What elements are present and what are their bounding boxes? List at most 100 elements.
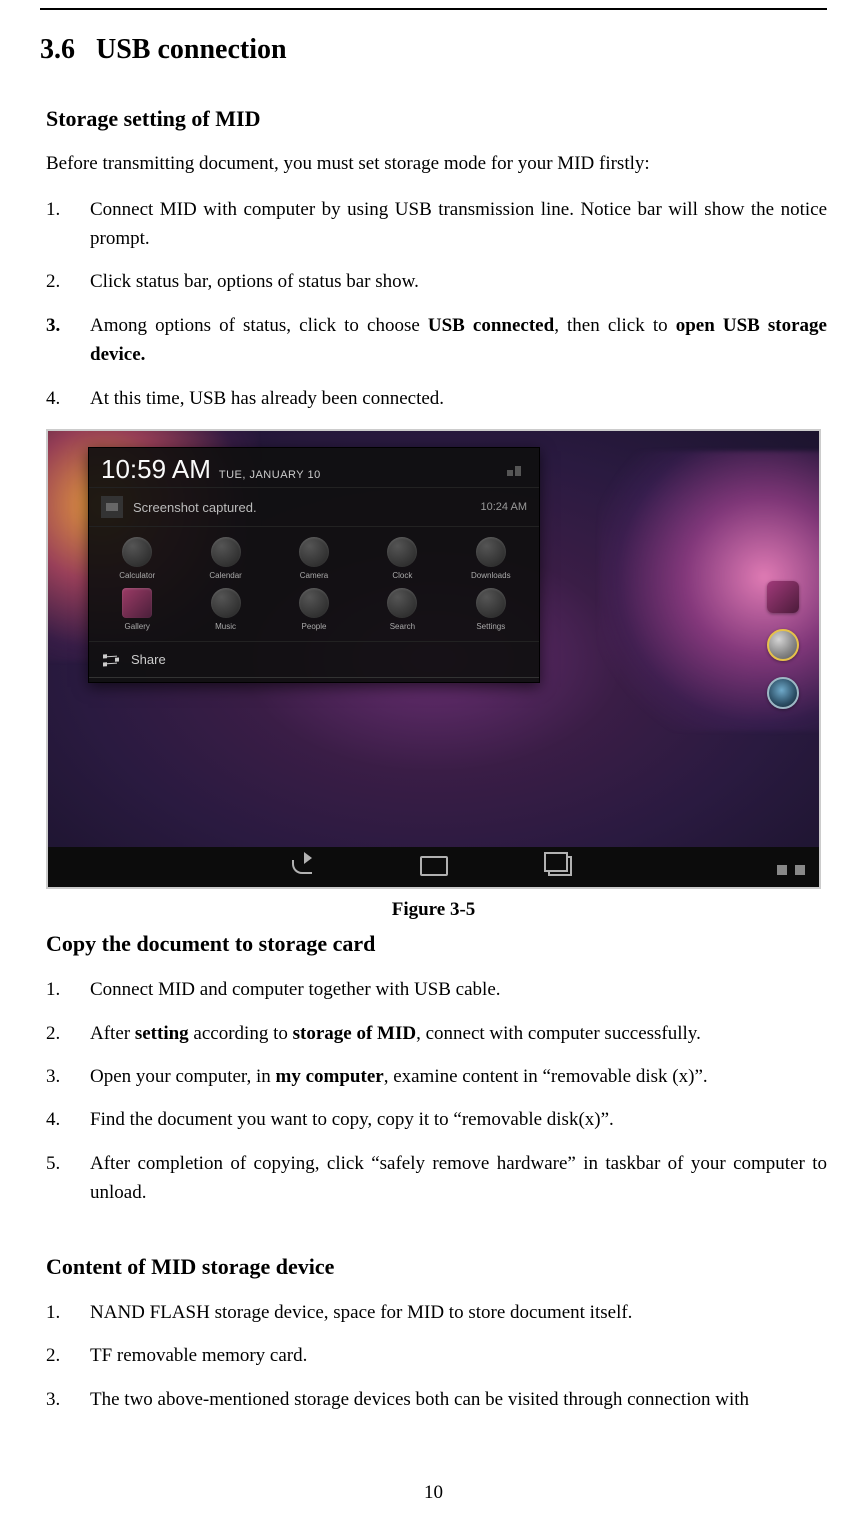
app-label: Settings bbox=[476, 622, 505, 631]
notification-panel[interactable]: 10:59 AM TUE, JANUARY 10 Screenshot capt… bbox=[88, 447, 540, 683]
calendar-icon bbox=[211, 537, 241, 567]
settings-icon bbox=[476, 588, 506, 618]
list-text: Open your computer, in my computer, exam… bbox=[90, 1062, 827, 1091]
subheading-copy: Copy the document to storage card bbox=[46, 931, 827, 957]
app-gallery[interactable]: Gallery bbox=[95, 588, 179, 631]
wifi-icon bbox=[777, 865, 787, 875]
list-text: Click status bar, options of status bar … bbox=[90, 267, 827, 296]
list-item: 1. NAND FLASH storage device, space for … bbox=[46, 1298, 827, 1327]
calculator-icon bbox=[122, 537, 152, 567]
text-span: , connect with computer successfully. bbox=[416, 1023, 701, 1044]
text-span: according to bbox=[189, 1023, 293, 1044]
gallery-icon bbox=[122, 588, 152, 618]
search-icon bbox=[387, 588, 417, 618]
list-number: 1. bbox=[46, 1298, 90, 1327]
nav-recent-button[interactable] bbox=[548, 856, 576, 878]
homescreen-gallery-icon[interactable] bbox=[767, 581, 799, 613]
share-row[interactable]: Share bbox=[89, 641, 539, 677]
app-music[interactable]: Music bbox=[183, 588, 267, 631]
list-text: Find the document you want to copy, copy… bbox=[90, 1105, 827, 1134]
clock-icon bbox=[387, 537, 417, 567]
heading-title: USB connection bbox=[96, 34, 287, 65]
clock-time: 10:59 AM bbox=[101, 454, 211, 485]
list-item: 1. Connect MID and computer together wit… bbox=[46, 975, 827, 1004]
app-label: People bbox=[302, 622, 327, 631]
share-label: Share bbox=[131, 652, 166, 667]
nav-home-button[interactable] bbox=[420, 856, 448, 878]
list-item: 4. At this time, USB has already been co… bbox=[46, 384, 827, 413]
list-text: Among options of status, click to choose… bbox=[90, 311, 827, 370]
app-calculator[interactable]: Calculator bbox=[95, 537, 179, 580]
page-number: 10 bbox=[0, 1482, 867, 1504]
tablet-screenshot: 10:59 AM TUE, JANUARY 10 Screenshot capt… bbox=[46, 429, 821, 889]
app-settings[interactable]: Settings bbox=[449, 588, 533, 631]
app-label: Music bbox=[215, 622, 236, 631]
list-item: 2. TF removable memory card. bbox=[46, 1341, 827, 1370]
home-icon bbox=[420, 856, 448, 876]
app-label: Search bbox=[390, 622, 415, 631]
list-text: Connect MID and computer together with U… bbox=[90, 975, 827, 1004]
list-number: 4. bbox=[46, 384, 90, 413]
list-item: 2. Click status bar, options of status b… bbox=[46, 267, 827, 296]
text-span: Among options of status, click to choose bbox=[90, 315, 428, 336]
list-item: 1. Connect MID with computer by using US… bbox=[46, 195, 827, 254]
storage-steps-list: 1. Connect MID with computer by using US… bbox=[40, 195, 827, 414]
homescreen-camera-icon[interactable] bbox=[767, 677, 799, 709]
settings-toggle-icon[interactable] bbox=[505, 464, 527, 478]
top-rule bbox=[40, 8, 827, 10]
list-text: The two above-mentioned storage devices … bbox=[90, 1385, 827, 1414]
clock-date: TUE, JANUARY 10 bbox=[219, 469, 321, 481]
homescreen-widget-icon[interactable] bbox=[767, 629, 799, 661]
status-icons bbox=[777, 865, 805, 875]
panel-clock-row: 10:59 AM TUE, JANUARY 10 bbox=[89, 448, 539, 487]
app-label: Gallery bbox=[125, 622, 150, 631]
document-page: 3.6 USB connection Storage setting of MI… bbox=[0, 8, 867, 1514]
notification-row[interactable]: Screenshot captured. 10:24 AM bbox=[89, 487, 539, 526]
list-item: 3. Among options of status, click to cho… bbox=[46, 311, 827, 370]
content-list: 1. NAND FLASH storage device, space for … bbox=[40, 1298, 827, 1414]
screenshot-thumb-icon bbox=[101, 496, 123, 518]
app-people[interactable]: People bbox=[272, 588, 356, 631]
app-downloads[interactable]: Downloads bbox=[449, 537, 533, 580]
list-item: 3. Open your computer, in my computer, e… bbox=[46, 1062, 827, 1091]
bold-span: USB connected bbox=[428, 315, 554, 336]
list-number: 2. bbox=[46, 1019, 90, 1048]
bold-span: setting bbox=[135, 1023, 189, 1044]
intro-paragraph: Before transmitting document, you must s… bbox=[46, 150, 827, 179]
people-icon bbox=[299, 588, 329, 618]
text-span: After bbox=[90, 1023, 135, 1044]
list-item: 2. After setting according to storage of… bbox=[46, 1019, 827, 1048]
app-calendar[interactable]: Calendar bbox=[183, 537, 267, 580]
list-number: 3. bbox=[46, 1385, 90, 1414]
app-camera[interactable]: Camera bbox=[272, 537, 356, 580]
music-icon bbox=[211, 588, 241, 618]
list-number: 2. bbox=[46, 267, 90, 296]
nav-back-button[interactable] bbox=[292, 856, 320, 878]
list-number: 5. bbox=[46, 1149, 90, 1208]
camera-icon bbox=[299, 537, 329, 567]
share-icon bbox=[103, 653, 119, 666]
back-icon bbox=[292, 860, 312, 874]
app-label: Clock bbox=[392, 571, 412, 580]
bold-span: storage of MID bbox=[293, 1023, 416, 1044]
app-label: Calculator bbox=[119, 571, 155, 580]
list-number: 2. bbox=[46, 1341, 90, 1370]
figure: 10:59 AM TUE, JANUARY 10 Screenshot capt… bbox=[46, 429, 821, 889]
system-navbar bbox=[48, 847, 819, 887]
subheading-storage: Storage setting of MID bbox=[46, 106, 827, 132]
subheading-content: Content of MID storage device bbox=[46, 1254, 827, 1280]
copy-steps-list: 1. Connect MID and computer together wit… bbox=[40, 975, 827, 1208]
list-text: TF removable memory card. bbox=[90, 1341, 827, 1370]
panel-divider bbox=[89, 677, 539, 682]
list-text: At this time, USB has already been conne… bbox=[90, 384, 827, 413]
app-label: Downloads bbox=[471, 571, 511, 580]
app-search[interactable]: Search bbox=[360, 588, 444, 631]
app-clock[interactable]: Clock bbox=[360, 537, 444, 580]
text-span: Open your computer, in bbox=[90, 1066, 276, 1087]
text-span: , examine content in “removable disk (x)… bbox=[384, 1066, 708, 1087]
notification-label: Screenshot captured. bbox=[133, 500, 257, 515]
list-number: 4. bbox=[46, 1105, 90, 1134]
list-item: 3. The two above-mentioned storage devic… bbox=[46, 1385, 827, 1414]
section-heading: 3.6 USB connection bbox=[40, 34, 827, 66]
bold-span: my computer bbox=[276, 1066, 384, 1087]
